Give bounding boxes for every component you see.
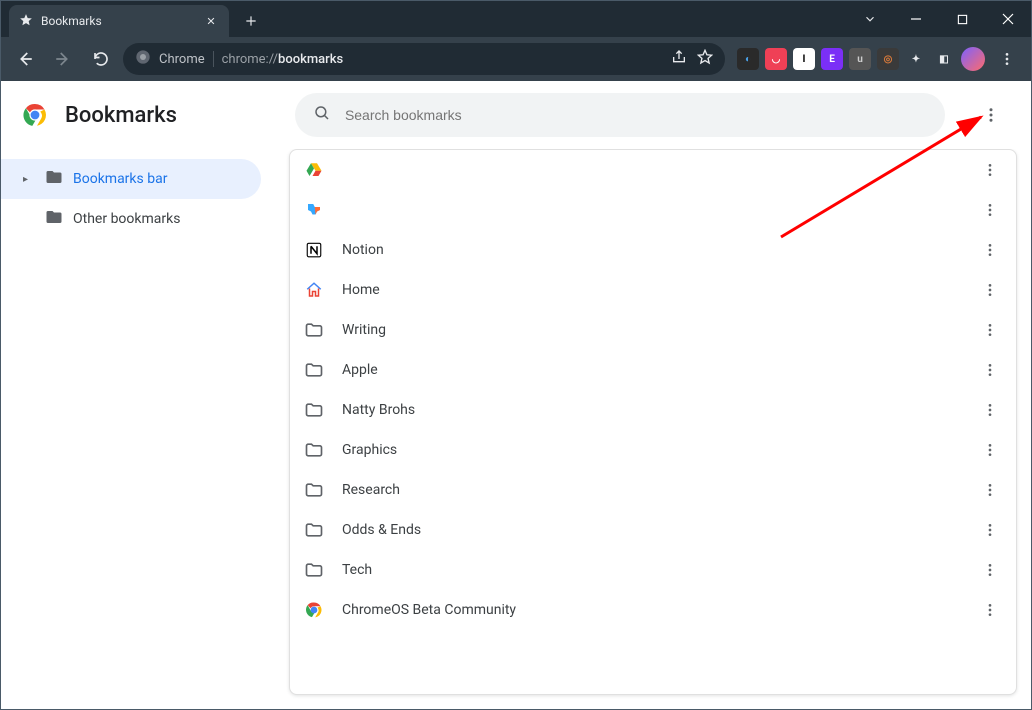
bookmark-row-menu-button[interactable] [978,358,1002,382]
bookmark-folder-row[interactable]: Research [290,470,1016,510]
bookmark-row-menu-button[interactable] [978,398,1002,422]
extension-ext-ring-icon[interactable]: ◎ [877,48,899,70]
bookmark-label: Writing [342,322,960,338]
bookmark-row-menu-button[interactable] [978,438,1002,462]
bookmark-label: Natty Brohs [342,402,960,418]
folder-icon [45,208,63,230]
organize-menu-button[interactable] [973,97,1009,133]
folder-icon [304,480,324,500]
star-icon [19,12,33,31]
browser-tab[interactable]: Bookmarks [9,5,229,37]
extension-ext-e-icon[interactable]: E [821,48,843,70]
bookmark-row-menu-button[interactable] [978,478,1002,502]
bookmark-row-menu-button[interactable] [978,518,1002,542]
search-input[interactable] [345,107,927,123]
titlebar: Bookmarks [1,1,1031,37]
bookmark-folder-row[interactable]: Odds & Ends [290,510,1016,550]
bookmark-label: Apple [342,362,960,378]
home-favicon-icon [304,280,324,300]
bookmarks-list: Notion Home Writing Apple Natty Brohs Graphic… [289,149,1017,695]
reload-button[interactable] [85,43,117,75]
address-bar[interactable]: Chrome chrome://bookmarks [123,43,725,75]
bookmark-label: Notion [342,242,960,258]
bookmark-item-row[interactable] [290,150,1016,190]
sidebar-item-bookmarks-bar[interactable]: ▸ Bookmarks bar [1,159,261,199]
chrome-favicon-icon [304,600,324,620]
sidebar-item-label: Other bookmarks [73,211,180,227]
folder-icon [45,168,63,190]
bookmark-item-row[interactable] [290,190,1016,230]
omnibox-separator [213,51,214,67]
tab-close-button[interactable] [203,13,219,29]
bookmarks-sidebar: ▸ Bookmarks bar Other bookmarks [1,149,261,695]
bookmark-row-menu-button[interactable] [978,598,1002,622]
bookmark-label: Odds & Ends [342,522,960,538]
bookmark-row-menu-button[interactable] [978,318,1002,342]
page-title: Bookmarks [65,103,177,128]
chrome-icon [135,49,151,69]
bookmark-label: Tech [342,562,960,578]
bookmark-folder-row[interactable]: Natty Brohs [290,390,1016,430]
bookmark-item-row[interactable]: ChromeOS Beta Community [290,590,1016,630]
colorful-favicon-icon [304,200,324,220]
bookmark-folder-row[interactable]: Tech [290,550,1016,590]
bookmark-item-row[interactable]: Notion [290,230,1016,270]
new-tab-button[interactable] [237,7,265,35]
window-close-button[interactable] [985,1,1031,37]
tab-title: Bookmarks [41,14,195,28]
search-bookmarks-field[interactable] [295,93,945,137]
omnibox-url: chrome://bookmarks [222,52,344,67]
sidebar-item-label: Bookmarks bar [73,171,167,187]
search-icon [313,104,331,126]
bookmark-row-menu-button[interactable] [978,198,1002,222]
tab-search-button[interactable] [847,1,893,37]
browser-toolbar: Chrome chrome://bookmarks ◐ ◡ IEu ◎ ✦ ◧ [1,37,1031,81]
notion-favicon-icon [304,240,324,260]
bookmark-row-menu-button[interactable] [978,278,1002,302]
folder-icon [304,400,324,420]
extension-extensions-icon[interactable]: ✦ [905,48,927,70]
bookmark-label: Research [342,482,960,498]
extension-panel-icon[interactable]: ◧ [933,48,955,70]
extension-instapaper-icon[interactable]: I [793,48,815,70]
drive-favicon-icon [304,160,324,180]
extension-ext-a-icon[interactable]: ◐ [737,48,759,70]
back-button[interactable] [9,43,41,75]
chrome-logo-icon [23,103,47,127]
chrome-menu-button[interactable] [991,43,1023,75]
omnibox-scheme-label: Chrome [159,52,205,67]
expand-arrow-icon: ▸ [23,174,35,185]
folder-icon [304,560,324,580]
bookmark-star-icon[interactable] [697,49,713,69]
bookmark-row-menu-button[interactable] [978,238,1002,262]
folder-icon [304,360,324,380]
bookmark-item-row[interactable]: Home [290,270,1016,310]
bookmark-row-menu-button[interactable] [978,158,1002,182]
extension-pocket-icon[interactable]: ◡ [765,48,787,70]
bookmark-label: Home [342,282,960,298]
bookmark-label: ChromeOS Beta Community [342,602,960,618]
forward-button[interactable] [47,43,79,75]
bookmark-label: Graphics [342,442,960,458]
profile-avatar[interactable] [961,47,985,71]
sidebar-item-other-bookmarks[interactable]: Other bookmarks [1,199,261,239]
bookmark-folder-row[interactable]: Writing [290,310,1016,350]
folder-icon [304,440,324,460]
folder-icon [304,320,324,340]
bookmark-folder-row[interactable]: Apple [290,350,1016,390]
folder-icon [304,520,324,540]
bookmark-row-menu-button[interactable] [978,558,1002,582]
window-maximize-button[interactable] [939,1,985,37]
window-minimize-button[interactable] [893,1,939,37]
extension-ublock-icon[interactable]: u [849,48,871,70]
share-icon[interactable] [671,49,687,69]
bookmarks-header: Bookmarks [1,81,1031,149]
bookmark-folder-row[interactable]: Graphics [290,430,1016,470]
